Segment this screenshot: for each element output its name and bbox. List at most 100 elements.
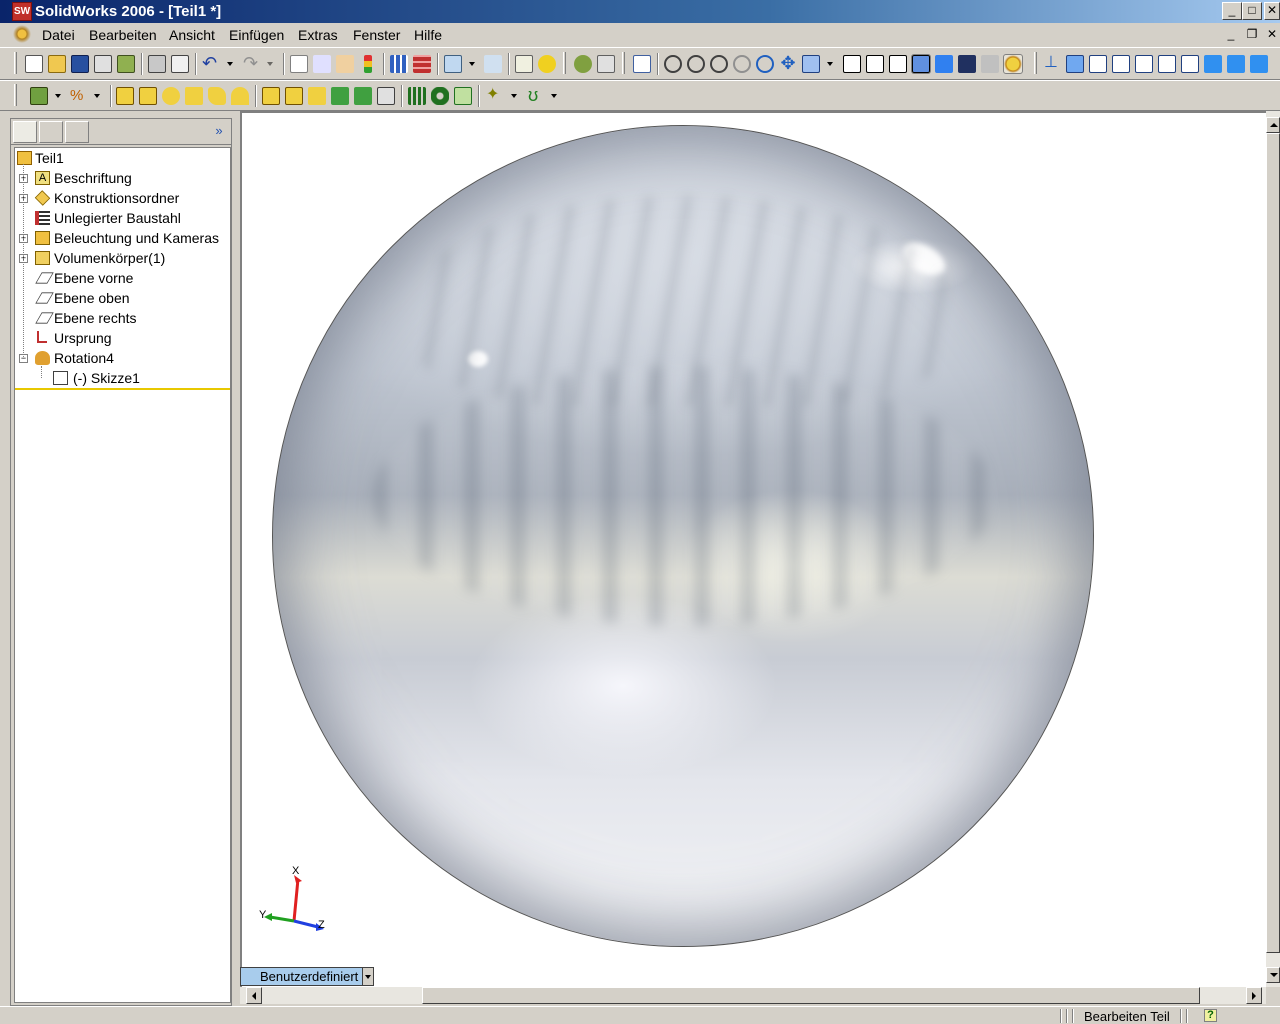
extruded-cut-icon[interactable] <box>139 87 157 105</box>
scroll-down-button[interactable] <box>1266 967 1280 983</box>
select-arrow-icon[interactable] <box>290 55 308 73</box>
undo-dropdown-icon[interactable] <box>226 55 234 73</box>
fillet-icon[interactable] <box>231 87 249 105</box>
section-view-icon[interactable] <box>981 55 999 73</box>
realview-icon[interactable] <box>1003 54 1023 74</box>
property-manager-tab-icon[interactable] <box>39 121 63 143</box>
horizontal-scrollbar[interactable] <box>240 987 1266 1004</box>
toolbar-grip[interactable] <box>14 84 17 106</box>
menu-bearbeiten[interactable]: Bearbeiten <box>89 27 157 43</box>
toolbar-grip[interactable] <box>622 52 625 74</box>
shell-icon[interactable] <box>285 87 303 105</box>
print-icon[interactable] <box>148 55 166 73</box>
doc-restore-button[interactable]: ❐ <box>1243 27 1261 43</box>
standard-views-dropdown-icon[interactable] <box>826 55 834 73</box>
configuration-manager-tab-icon[interactable] <box>65 121 89 143</box>
linear-pattern-icon[interactable] <box>408 87 426 105</box>
lofted-boss-icon[interactable] <box>208 87 226 105</box>
maximize-button[interactable]: □ <box>1242 2 1262 20</box>
link-icon[interactable] <box>597 55 615 73</box>
wireframe-icon[interactable] <box>843 55 861 73</box>
horizontal-scroll-thumb[interactable] <box>422 987 1200 1004</box>
options-dropdown-icon[interactable] <box>468 55 476 73</box>
sketch-tool-icon[interactable] <box>30 87 48 105</box>
make-assembly-icon[interactable] <box>117 55 135 73</box>
vertical-scrollbar[interactable] <box>1266 111 1280 987</box>
rollback-bar[interactable] <box>15 388 230 390</box>
menu-fenster[interactable]: Fenster <box>353 27 400 43</box>
draft-icon[interactable] <box>331 87 349 105</box>
curves-icon[interactable]: ʊ <box>528 86 546 105</box>
make-drawing-icon[interactable] <box>94 55 112 73</box>
left-view-icon[interactable] <box>1112 55 1130 73</box>
hidden-lines-visible-icon[interactable] <box>866 55 884 73</box>
swept-boss-icon[interactable] <box>185 87 203 105</box>
circular-pattern-icon[interactable] <box>431 87 449 105</box>
open-folder-icon[interactable] <box>48 55 66 73</box>
dimension-dropdown-icon[interactable] <box>93 87 101 105</box>
help-icon[interactable] <box>538 55 556 73</box>
shadows-icon[interactable] <box>958 55 976 73</box>
shaded-icon[interactable] <box>935 55 953 73</box>
graphics-viewport[interactable]: X Y Z <box>240 111 1266 987</box>
menu-extras[interactable]: Extras <box>298 27 338 43</box>
shaded-with-edges-icon[interactable] <box>911 54 931 74</box>
grid-options-icon[interactable] <box>390 55 408 73</box>
trimetric-view-icon[interactable] <box>1227 55 1245 73</box>
menu-einfuegen[interactable]: Einfügen <box>229 27 284 43</box>
dome-icon[interactable] <box>377 87 395 105</box>
sketch-dropdown-icon[interactable] <box>54 87 62 105</box>
hole-wizard-icon[interactable] <box>354 87 372 105</box>
color-palette-icon[interactable] <box>413 55 431 73</box>
curves-dropdown-icon[interactable] <box>550 87 558 105</box>
dimetric-view-icon[interactable] <box>1250 55 1268 73</box>
toolbar-grip[interactable] <box>14 52 17 74</box>
configuration-tab[interactable]: Benutzerdefiniert <box>240 967 374 986</box>
new-document-icon[interactable] <box>25 55 43 73</box>
rotate-view-icon[interactable] <box>756 55 774 73</box>
document-menu-icon[interactable] <box>12 25 34 45</box>
reference-geometry-dropdown-icon[interactable] <box>510 87 518 105</box>
doc-minimize-button[interactable]: _ <box>1222 27 1240 43</box>
customize-icon[interactable] <box>484 55 502 73</box>
menu-ansicht[interactable]: Ansicht <box>169 27 215 43</box>
right-view-icon[interactable] <box>1135 55 1153 73</box>
rebuild-icon[interactable] <box>336 55 354 73</box>
undo-icon[interactable]: ↶ <box>202 54 220 73</box>
reference-geometry-icon[interactable]: ✦ <box>486 87 504 105</box>
zoom-to-area-icon[interactable] <box>687 55 705 73</box>
expand-panel-icon[interactable]: » <box>211 123 227 139</box>
properties-icon[interactable] <box>515 55 533 73</box>
macro-run-icon[interactable] <box>574 55 592 73</box>
scroll-left-button[interactable] <box>246 987 262 1004</box>
solidworks-logo-icon[interactable]: SW <box>12 2 32 21</box>
toolbar-grip[interactable] <box>563 52 566 74</box>
mirror-icon[interactable] <box>454 87 472 105</box>
pan-icon[interactable]: ✥ <box>779 54 797 73</box>
close-button[interactable]: ✕ <box>1264 2 1280 20</box>
extruded-boss-icon[interactable] <box>116 87 134 105</box>
select-filter-icon[interactable] <box>313 55 331 73</box>
zoom-in-out-icon[interactable] <box>710 55 728 73</box>
view-orientation-icon[interactable] <box>633 55 651 73</box>
quick-tips-help-icon[interactable]: ? <box>1204 1009 1217 1022</box>
hidden-lines-removed-icon[interactable] <box>889 55 907 73</box>
feature-manager-tab-icon[interactable] <box>13 121 37 143</box>
smart-dimension-icon[interactable]: % <box>70 87 88 105</box>
revolved-boss-icon[interactable] <box>162 87 180 105</box>
minimize-button[interactable]: _ <box>1222 2 1242 20</box>
menu-hilfe[interactable]: Hilfe <box>414 27 442 43</box>
top-view-icon[interactable] <box>1158 55 1176 73</box>
isometric-view-icon[interactable] <box>1204 55 1222 73</box>
front-view-icon[interactable] <box>1066 55 1084 73</box>
toolbar-grip[interactable] <box>1034 52 1037 74</box>
zoom-to-fit-icon[interactable] <box>664 55 682 73</box>
rib-icon[interactable] <box>308 87 326 105</box>
chevron-down-icon[interactable] <box>362 968 373 985</box>
save-icon[interactable] <box>71 55 89 73</box>
scroll-up-button[interactable] <box>1266 117 1280 133</box>
vertical-scroll-thumb[interactable] <box>1266 133 1280 953</box>
normal-to-icon[interactable]: ⊥ <box>1044 55 1062 73</box>
reflective-sphere-model[interactable] <box>272 125 1094 947</box>
print-preview-icon[interactable] <box>171 55 189 73</box>
